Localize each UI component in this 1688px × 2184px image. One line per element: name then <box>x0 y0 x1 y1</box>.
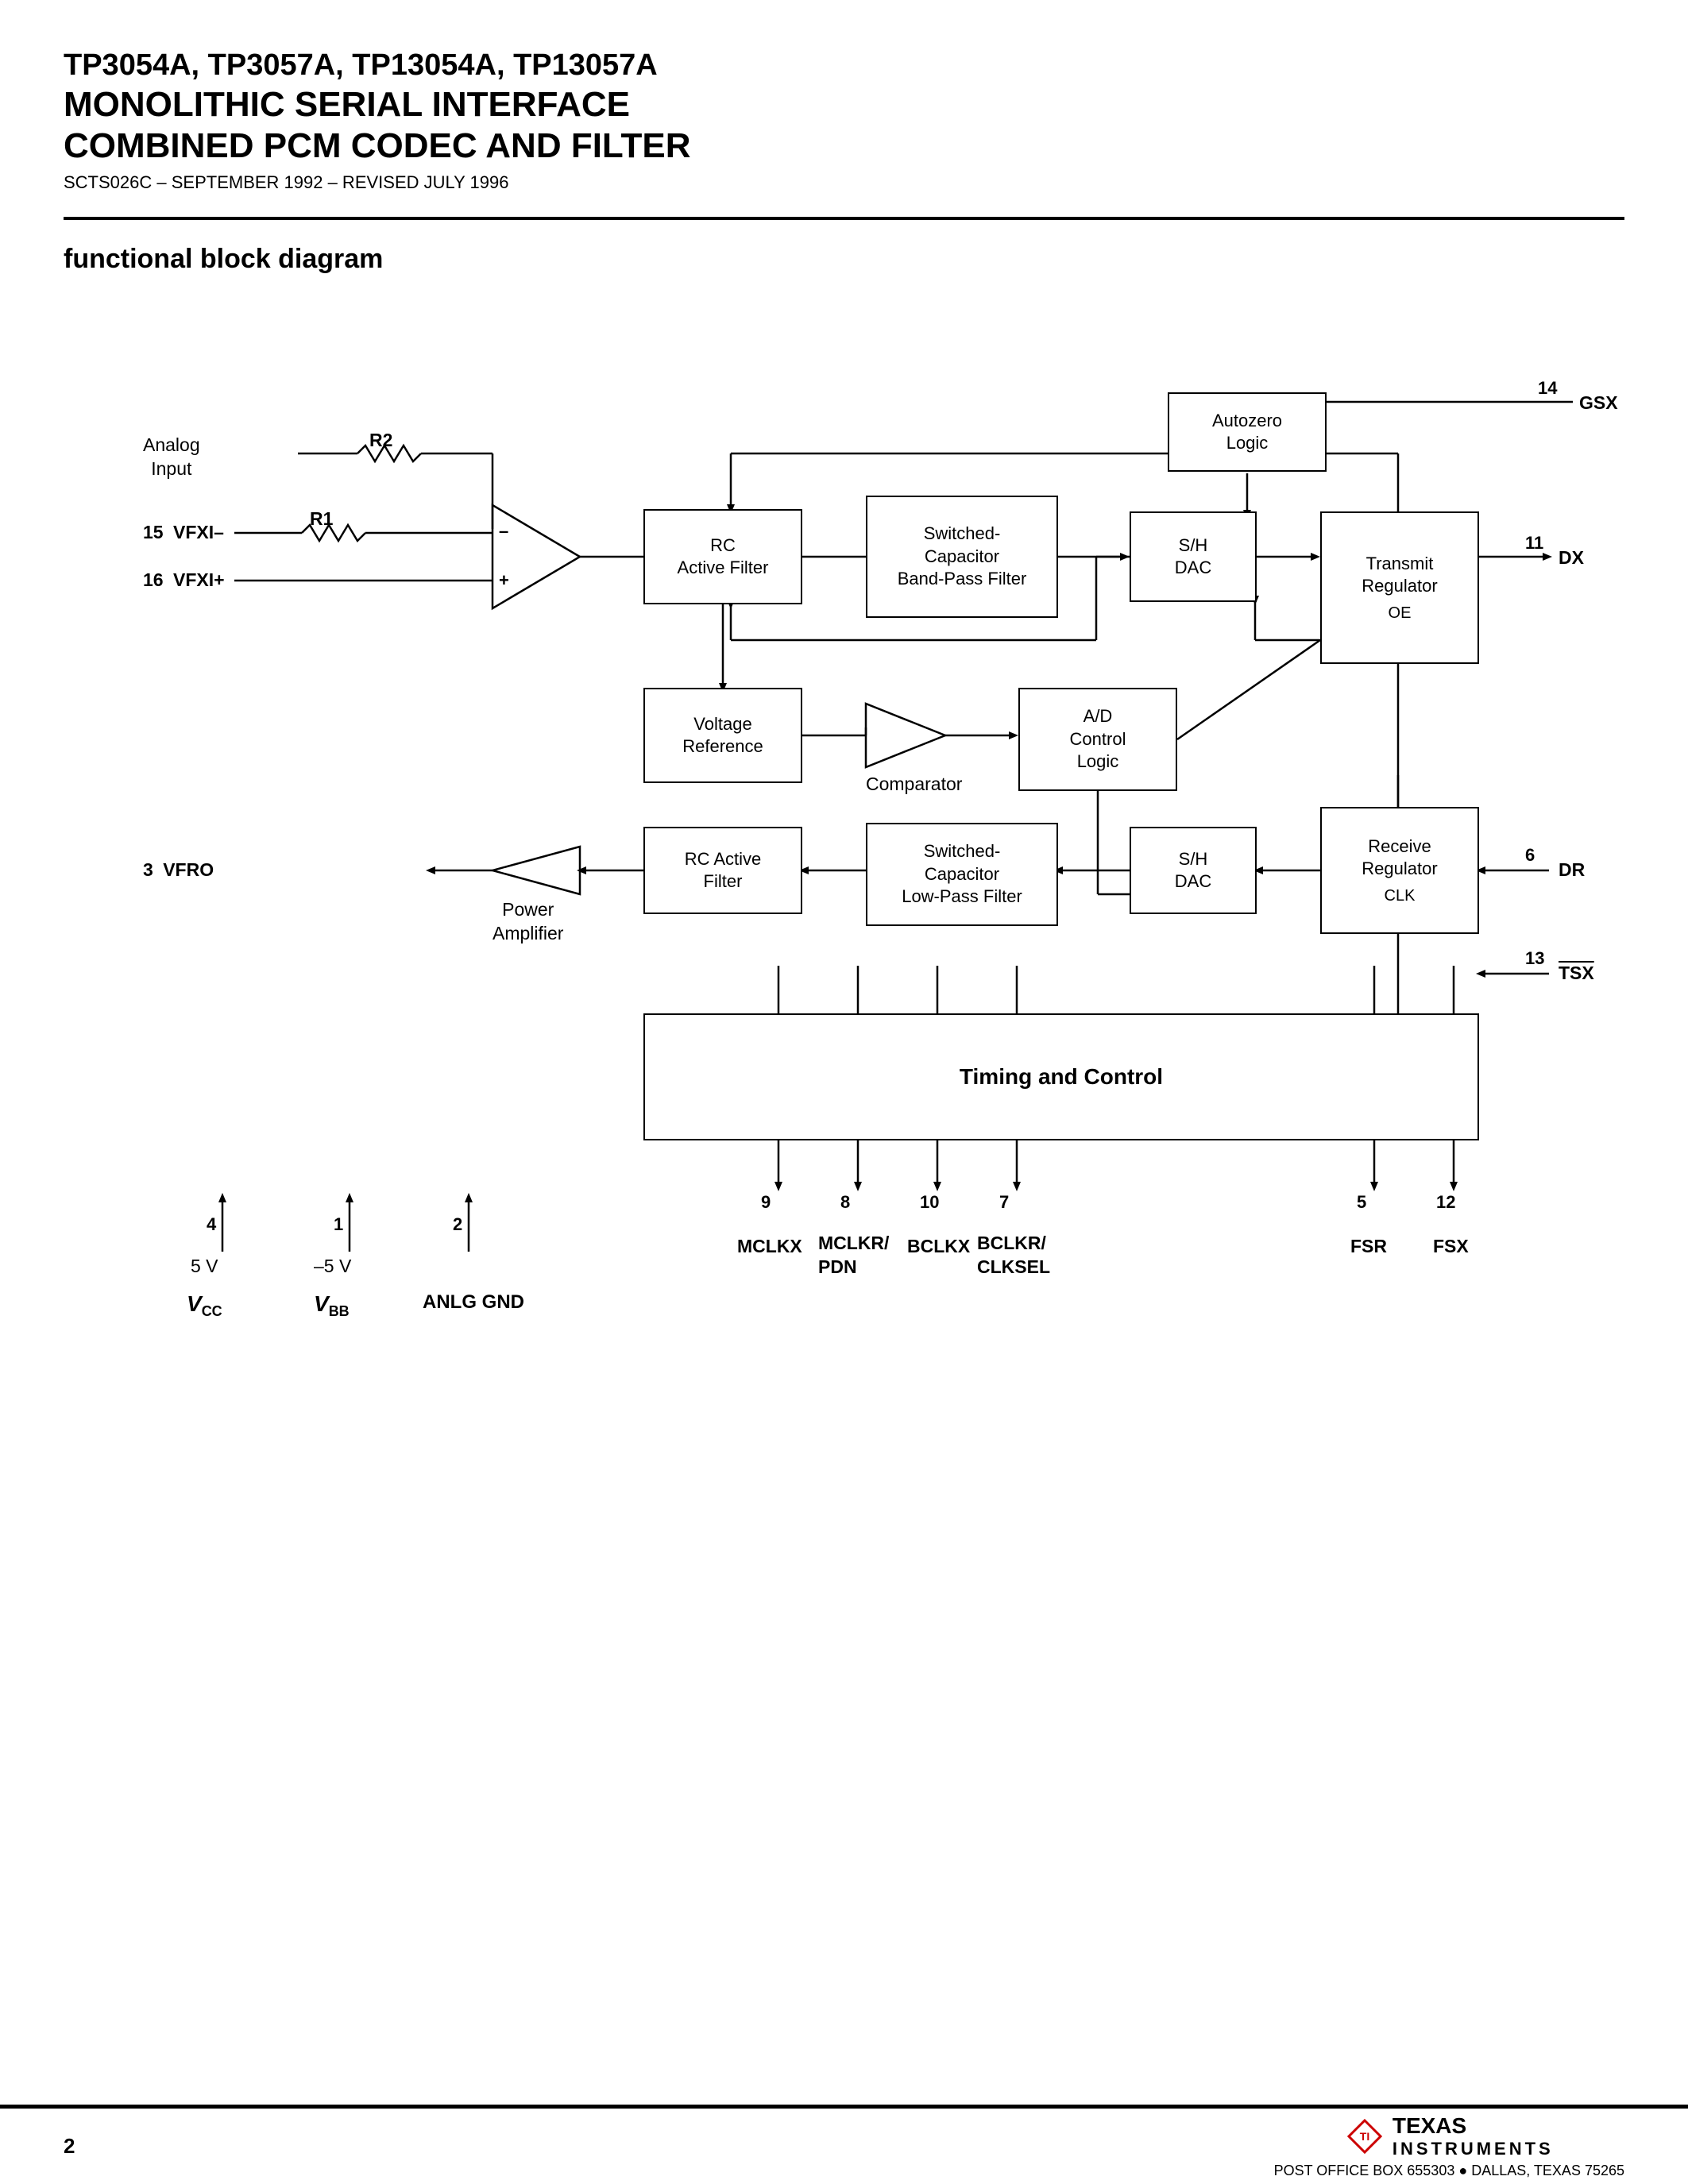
header-divider <box>64 217 1624 220</box>
mclkx-label: MCLKX <box>737 1236 802 1257</box>
vcc-label: VCC <box>187 1291 222 1320</box>
bottom-bar: 2 TI TEXAS INSTRUMENTS POST OFFICE BOX 6… <box>0 2105 1688 2184</box>
fsr-label: FSR <box>1350 1236 1387 1257</box>
pin3-label-vfro: 3 <box>143 859 153 880</box>
dr-signal-label: DR <box>1559 859 1585 881</box>
diagram-container: – + <box>64 299 1636 1490</box>
svg-text:–: – <box>499 521 508 541</box>
ti-address: POST OFFICE BOX 655303 ● DALLAS, TEXAS 7… <box>1274 2163 1624 2179</box>
ti-instruments: INSTRUMENTS <box>1393 2139 1554 2159</box>
section-title: functional block diagram <box>64 244 1624 275</box>
pin10-num: 10 <box>920 1192 939 1213</box>
rc-active-filter-top-box: RC Active Filter <box>643 509 802 604</box>
neg-five-v-label: –5 V <box>314 1256 351 1277</box>
pin2-num: 2 <box>453 1214 462 1235</box>
pin5-num: 5 <box>1357 1192 1366 1213</box>
rc-active-filter-bot-box: RC Active Filter <box>643 827 802 914</box>
vcc-v: V <box>187 1291 202 1316</box>
pin1-num: 1 <box>334 1214 343 1235</box>
title-line3: COMBINED PCM CODEC AND FILTER <box>64 125 1624 168</box>
svg-text:TI: TI <box>1360 2130 1369 2143</box>
pin12-num: 12 <box>1436 1192 1455 1213</box>
gsx-signal-label: GSX <box>1579 392 1618 414</box>
pin8-num: 8 <box>840 1192 850 1213</box>
analog-input-label: Analog Input <box>143 434 200 481</box>
header: TP3054A, TP3057A, TP13054A, TP13057A MON… <box>64 48 1624 193</box>
five-v-label: 5 V <box>191 1256 218 1277</box>
bclkx-label: BCLKX <box>907 1236 970 1257</box>
pin13-num: 13 <box>1525 948 1544 969</box>
comparator-label: Comparator <box>866 774 962 795</box>
page-number: 2 <box>64 2134 75 2159</box>
r2-label: R2 <box>369 430 392 451</box>
vfxi-minus-label: 15 VFXI– <box>143 522 224 543</box>
mclkr-pdn-label: MCLKR/ PDN <box>818 1232 889 1279</box>
vbb-v: V <box>314 1291 329 1316</box>
pin9-num: 9 <box>761 1192 771 1213</box>
header-subtitle: SCTS026C – SEPTEMBER 1992 – REVISED JULY… <box>64 172 1624 193</box>
anlg-gnd-label: ANLG GND <box>423 1291 524 1314</box>
sh-dac-bot-box: S/H DAC <box>1130 827 1257 914</box>
pin4-num: 4 <box>207 1214 216 1235</box>
ti-name: TEXAS <box>1393 2113 1554 2139</box>
vfro-label: 3 VFRO <box>143 859 214 881</box>
page: TP3054A, TP3057A, TP13054A, TP13057A MON… <box>0 0 1688 2184</box>
ad-control-logic-box: A/D Control Logic <box>1018 688 1177 791</box>
transmit-regulator-box: Transmit Regulator OE <box>1320 511 1479 664</box>
title-line1: TP3054A, TP3057A, TP13054A, TP13057A <box>64 48 1624 84</box>
fsx-label: FSX <box>1433 1236 1469 1257</box>
switched-cap-bpf-box: Switched- Capacitor Band-Pass Filter <box>866 496 1058 618</box>
svg-text:+: + <box>499 570 509 590</box>
ti-logo: TI TEXAS INSTRUMENTS POST OFFICE BOX 655… <box>1274 2113 1624 2179</box>
pin7-num: 7 <box>999 1192 1009 1213</box>
tsx-signal-label: TSX <box>1559 963 1594 984</box>
timing-control-box: Timing and Control <box>643 1013 1479 1140</box>
pin14-num: 14 <box>1538 378 1557 399</box>
pin6-num: 6 <box>1525 845 1535 866</box>
sh-dac-top-box: S/H DAC <box>1130 511 1257 602</box>
autozero-logic-box: Autozero Logic <box>1168 392 1327 472</box>
pin11-num: 11 <box>1525 533 1543 554</box>
voltage-reference-box: Voltage Reference <box>643 688 802 783</box>
ti-logo-icon: TI <box>1345 2116 1385 2156</box>
title-line2: MONOLITHIC SERIAL INTERFACE <box>64 84 1624 126</box>
vbb-label: VBB <box>314 1291 350 1320</box>
switched-cap-lpf-box: Switched- Capacitor Low-Pass Filter <box>866 823 1058 926</box>
vfxi-plus-label: 16 VFXI+ <box>143 569 225 591</box>
power-amplifier-label: Power Amplifier <box>492 898 563 946</box>
r1-label: R1 <box>310 508 333 530</box>
pin16-label: 16 <box>143 569 164 590</box>
dx-signal-label: DX <box>1559 547 1584 569</box>
bclkr-clksel-label: BCLKR/ CLKSEL <box>977 1232 1050 1279</box>
receive-regulator-box: Receive Regulator CLK <box>1320 807 1479 934</box>
pin15-label: 15 <box>143 522 164 542</box>
